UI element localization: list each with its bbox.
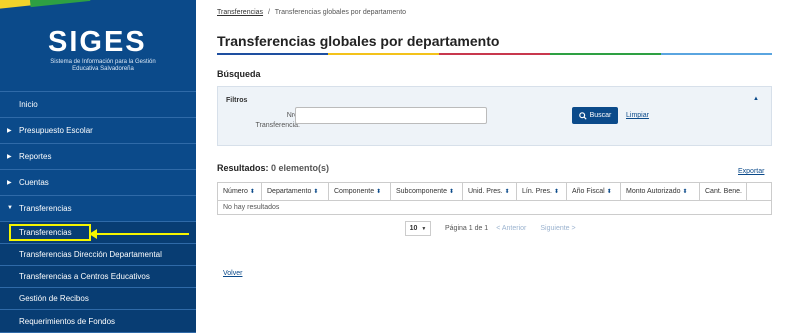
sidebar-item-cuentas[interactable]: ▶ Cuentas — [0, 170, 196, 196]
column-label: Departamento — [267, 188, 312, 195]
col-departamento[interactable]: Departamento ⬍ — [262, 183, 329, 200]
title-bar-segment — [439, 53, 550, 55]
title-color-bar — [217, 53, 772, 55]
logo: SIGES Sistema de Información para la Ges… — [0, 0, 196, 92]
col-anio-fiscal[interactable]: Año Fiscal ⬍ — [567, 183, 621, 200]
page-size-select[interactable]: 10 ▼ — [405, 221, 431, 236]
chevron-down-icon: ▼ — [7, 205, 13, 211]
sidebar-item-label: Presupuesto Escolar — [19, 126, 93, 135]
dropdown-icon: ▼ — [421, 225, 427, 232]
sidebar-item-label: Transferencias — [19, 204, 72, 213]
col-unid-pres[interactable]: Unid. Pres. ⬍ — [463, 183, 517, 200]
exportar-link[interactable]: Exportar — [738, 168, 764, 175]
sidebar-item-label: Cuentas — [19, 178, 49, 187]
title-bar-segment — [550, 53, 661, 55]
sidebar-item-presupuesto[interactable]: ▶ Presupuesto Escolar — [0, 118, 196, 144]
sidebar-subitem-gestion-recibos[interactable]: Gestión de Recibos — [0, 288, 196, 310]
annotation-arrow — [95, 233, 189, 235]
main-content: Transferencias / Transferencias globales… — [196, 0, 789, 333]
col-monto-autorizado[interactable]: Monto Autorizado ⬍ — [621, 183, 700, 200]
results-title: Resultados: 0 elemento(s) — [217, 163, 329, 173]
results-label: Resultados: — [217, 163, 269, 173]
page-size-value: 10 — [409, 225, 418, 232]
filters-label: Filtros — [226, 97, 248, 104]
buscar-label: Buscar — [589, 112, 612, 119]
col-cant-bene: Cant. Bene. — [700, 183, 747, 200]
title-bar-segment — [661, 53, 772, 55]
col-numero[interactable]: Número ⬍ — [218, 183, 262, 200]
col-actions — [747, 183, 771, 200]
next-page-button[interactable]: Siguiente > — [540, 225, 575, 232]
search-icon — [578, 111, 587, 120]
filter-panel: Filtros ▲ Nro. Transferencia: Buscar Lim… — [217, 86, 772, 146]
sort-icon: ⬍ — [682, 189, 688, 195]
breadcrumb-link-transferencias[interactable]: Transferencias — [217, 9, 263, 16]
chevron-up-icon[interactable]: ▲ — [753, 96, 759, 102]
breadcrumb-current: Transferencias globales por departamento — [274, 9, 407, 16]
col-componente[interactable]: Componente ⬍ — [329, 183, 391, 200]
title-bar-segment — [217, 53, 328, 55]
table-header: Número ⬍ Departamento ⬍ Componente ⬍ Subcom… — [218, 183, 771, 201]
col-lin-pres[interactable]: Lín. Pres. ⬍ — [517, 183, 567, 200]
sidebar: SIGES Sistema de Información para la Ges… — [0, 0, 196, 333]
sidebar-subitem-transferencias-direccion[interactable]: Transferencias Dirección Departamental — [0, 244, 196, 266]
chevron-right-icon: ▶ — [7, 128, 12, 134]
results-count: 0 elemento(s) — [271, 163, 330, 173]
empty-row: No hay resultados — [223, 204, 280, 211]
page-title: Transferencias globales por departamento — [217, 33, 500, 49]
sidebar-item-transferencias[interactable]: ▼ Transferencias — [0, 196, 196, 222]
breadcrumb-separator: / — [268, 9, 270, 16]
buscar-button[interactable]: Buscar — [572, 107, 618, 124]
volver-link[interactable]: Volver — [223, 270, 242, 277]
sort-icon: ⬍ — [376, 189, 382, 195]
sort-icon: ⬍ — [606, 189, 612, 195]
sidebar-item-reportes[interactable]: ▶ Reportes — [0, 144, 196, 170]
limpiar-link[interactable]: Limpiar — [626, 112, 649, 119]
results-table: Número ⬍ Departamento ⬍ Componente ⬍ Subcom… — [217, 182, 772, 215]
chevron-right-icon: ▶ — [7, 154, 12, 160]
nro-transferencia-label: Nro. Transferencia: — [255, 112, 300, 129]
highlight-box — [9, 224, 91, 241]
search-section-title: Búsqueda — [217, 69, 261, 79]
brand-subtitle: Sistema de Información para la Gestión E… — [50, 59, 156, 72]
sort-icon: ⬍ — [249, 189, 255, 195]
pagination: 10 ▼ Página 1 de 1 < Anterior Siguiente … — [405, 221, 576, 236]
title-bar-segment — [328, 53, 439, 55]
column-label: Componente — [334, 188, 375, 195]
sort-icon: ⬍ — [553, 189, 559, 195]
sidebar-subitem-label: Gestión de Recibos — [19, 294, 89, 303]
col-subcomponente[interactable]: Subcomponente ⬍ — [391, 183, 463, 200]
sort-icon: ⬍ — [313, 189, 319, 195]
brand-title: SIGES — [48, 26, 147, 58]
sidebar-subitem-requerimientos[interactable]: Requerimientos de Fondos — [0, 310, 196, 333]
sort-icon: ⬍ — [448, 189, 455, 195]
sidebar-subitem-transferencias-centros[interactable]: Transferencias a Centros Educativos — [0, 266, 196, 288]
sidebar-item-label: Reportes — [19, 152, 52, 161]
sidebar-item-label: Inicio — [19, 100, 38, 109]
column-label: Subcomponente — [396, 188, 447, 195]
column-label: Monto Autorizado — [626, 188, 681, 195]
sidebar-subitem-label: Transferencias a Centros Educativos — [19, 272, 150, 281]
logo-stripe-green — [29, 0, 91, 8]
chevron-right-icon: ▶ — [7, 180, 12, 186]
column-label: Cant. Bene. — [705, 188, 742, 195]
sidebar-subitem-label: Transferencias Dirección Departamental — [19, 250, 162, 259]
prev-page-button[interactable]: < Anterior — [496, 225, 526, 232]
sort-icon: ⬍ — [504, 189, 510, 195]
column-label: Número — [223, 188, 248, 195]
nro-transferencia-input[interactable] — [295, 107, 487, 124]
sidebar-item-inicio[interactable]: Inicio — [0, 92, 196, 118]
breadcrumb: Transferencias / Transferencias globales… — [217, 9, 406, 16]
page-info: Página 1 de 1 — [445, 225, 489, 232]
column-label: Año Fiscal — [572, 188, 605, 195]
column-label: Unid. Pres. — [468, 188, 503, 195]
column-label: Lín. Pres. — [522, 188, 552, 195]
sidebar-subitem-label: Requerimientos de Fondos — [19, 316, 116, 326]
